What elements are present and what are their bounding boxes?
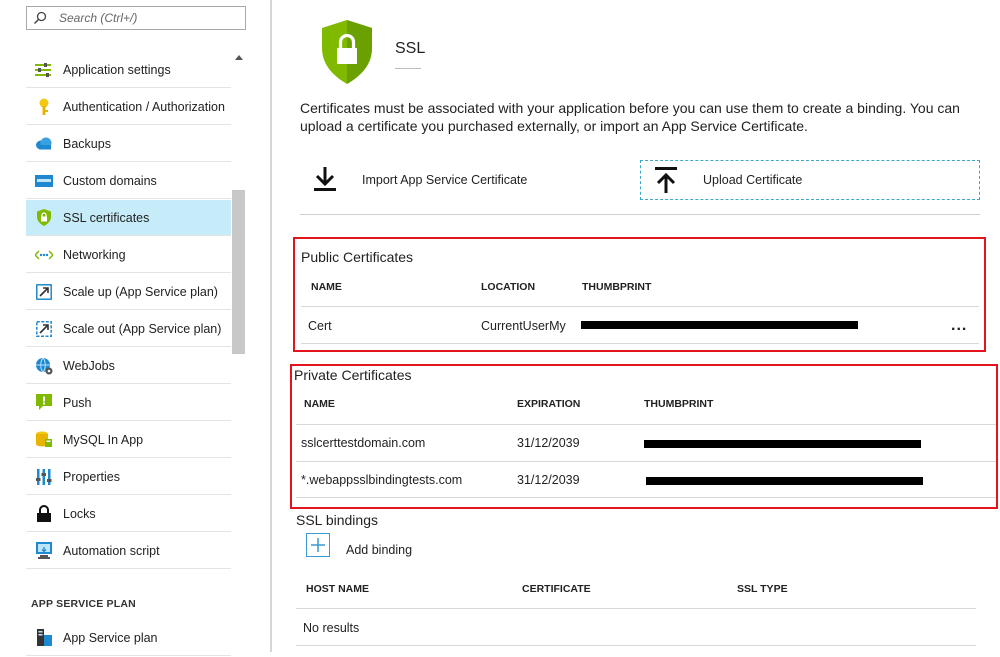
bindings-col-ssl-type: SSL TYPE [737, 583, 788, 595]
lock-icon [35, 505, 53, 523]
private-cert-name: *.webappsslbindingtests.com [301, 473, 463, 487]
sidebar-item-push[interactable]: Push [26, 385, 231, 421]
sidebar-item-custom-domains[interactable]: Custom domains [26, 163, 231, 199]
redacted-thumbprint [646, 477, 923, 485]
sidebar-item-backups[interactable]: Backups [26, 126, 231, 162]
import-app-service-certificate-button[interactable]: Import App Service Certificate [312, 160, 632, 200]
more-options-button[interactable]: ... [951, 317, 967, 335]
sidebar-scrollbar-thumb[interactable] [232, 190, 245, 354]
sidebar-item-label: Application settings [63, 62, 171, 77]
private-certificates-title: Private Certificates [294, 367, 412, 383]
sidebar-item-locks[interactable]: Locks [26, 496, 231, 532]
public-certificates-title: Public Certificates [301, 249, 414, 265]
public-col-name: NAME [311, 281, 342, 293]
upload-certificate-button[interactable]: Upload Certificate [640, 160, 980, 200]
sidebar-item-label: Automation script [63, 543, 160, 558]
push-icon [35, 394, 53, 412]
divider [296, 497, 996, 498]
sidebar-item-label: Locks [63, 506, 96, 521]
sidebar-item-mysql-in-app[interactable]: MySQL In App [26, 422, 231, 458]
sidebar-item-label: MySQL In App [63, 432, 144, 447]
cloud-icon [35, 135, 53, 153]
sidebar-item-label: WebJobs [63, 358, 115, 373]
import-label: Import App Service Certificate [362, 173, 528, 187]
ssl-blade: SSL Certificates must be associated with… [274, 0, 1000, 652]
sidebar-item-app-service-plan[interactable]: App Service plan [26, 620, 231, 656]
key-icon [35, 98, 53, 116]
private-cert-expiration: 31/12/2039 [517, 473, 580, 487]
automation-script-icon [35, 542, 53, 560]
scale-up-icon [35, 283, 53, 301]
plus-icon [311, 538, 325, 552]
scale-out-icon [35, 320, 53, 338]
public-cert-location: CurrentUserMy [481, 319, 566, 333]
upload-label: Upload Certificate [703, 173, 803, 187]
sidebar-item-label: Backups [63, 136, 111, 151]
ssl-shield-icon [322, 20, 372, 84]
resource-menu-sidebar: Application settings Authentication / Au… [0, 0, 272, 656]
sidebar-item-scale-out[interactable]: Scale out (App Service plan) [26, 311, 231, 347]
sidebar-item-webjobs[interactable]: WebJobs [26, 348, 231, 384]
sidebar-item-automation-script[interactable]: Automation script [26, 533, 231, 569]
domain-icon [35, 172, 53, 190]
sidebar-item-authentication[interactable]: Authentication / Authorization [26, 89, 231, 125]
bindings-col-host-name: HOST NAME [306, 583, 369, 595]
settings-sliders-icon [35, 61, 53, 79]
sidebar-item-application-settings[interactable]: Application settings [26, 52, 231, 88]
networking-icon [35, 246, 53, 264]
upload-icon [655, 167, 677, 193]
redacted-thumbprint [581, 321, 858, 329]
public-col-thumbprint: THUMBPRINT [582, 281, 652, 293]
divider [296, 608, 976, 609]
ssl-description: Certificates must be associated with you… [300, 100, 960, 134]
sidebar-item-ssl-certificates[interactable]: SSL certificates [26, 200, 231, 236]
page-title: SSL [395, 40, 426, 57]
download-icon [314, 167, 336, 191]
private-cert-name: sslcerttestdomain.com [301, 436, 426, 450]
sidebar-item-label: App Service plan [63, 630, 158, 645]
add-binding-button[interactable] [306, 533, 330, 557]
divider [296, 461, 996, 462]
private-col-name: NAME [304, 398, 335, 410]
sidebar-menu-plan: App Service plan [26, 620, 231, 657]
sidebar-item-label: Scale up (App Service plan) [63, 284, 218, 299]
public-cert-name: Cert [308, 319, 332, 333]
mysql-icon [35, 431, 53, 449]
title-underline [395, 68, 421, 69]
divider [301, 343, 979, 344]
sidebar-item-label: Properties [63, 469, 120, 484]
private-col-expiration: EXPIRATION [517, 398, 581, 410]
private-col-thumbprint: THUMBPRINT [644, 398, 714, 410]
sidebar-item-label: Custom domains [63, 173, 157, 188]
sidebar-item-networking[interactable]: Networking [26, 237, 231, 273]
scroll-up-arrow-icon[interactable] [235, 55, 243, 60]
search-input[interactable] [57, 10, 231, 26]
sidebar-item-label: Networking [63, 247, 126, 262]
public-col-location: LOCATION [481, 281, 536, 293]
bindings-col-certificate: CERTIFICATE [522, 583, 591, 595]
sidebar-item-label: Push [63, 395, 92, 410]
search-icon [33, 11, 47, 25]
certificate-actions-bar: Import App Service Certificate Upload Ce… [300, 156, 980, 215]
search-box[interactable] [26, 6, 246, 30]
ssl-bindings-title: SSL bindings [296, 512, 378, 528]
section-heading-app-service-plan: APP SERVICE PLAN [31, 598, 136, 610]
divider [296, 424, 996, 425]
webjobs-icon [35, 357, 53, 375]
private-cert-expiration: 31/12/2039 [517, 436, 580, 450]
add-binding-label[interactable]: Add binding [346, 543, 412, 557]
divider [301, 306, 979, 307]
sidebar-item-label: Authentication / Authorization [63, 99, 225, 114]
redacted-thumbprint [644, 440, 921, 448]
divider [296, 645, 976, 646]
sidebar-menu: Application settings Authentication / Au… [26, 52, 231, 570]
shield-lock-icon [35, 209, 53, 227]
properties-icon [35, 468, 53, 486]
sidebar-item-label: SSL certificates [63, 210, 150, 225]
sidebar-item-properties[interactable]: Properties [26, 459, 231, 495]
sidebar-item-scale-up[interactable]: Scale up (App Service plan) [26, 274, 231, 310]
sidebar-item-label: Scale out (App Service plan) [63, 321, 222, 336]
app-service-plan-icon [35, 629, 53, 647]
bindings-empty-state: No results [303, 621, 360, 635]
